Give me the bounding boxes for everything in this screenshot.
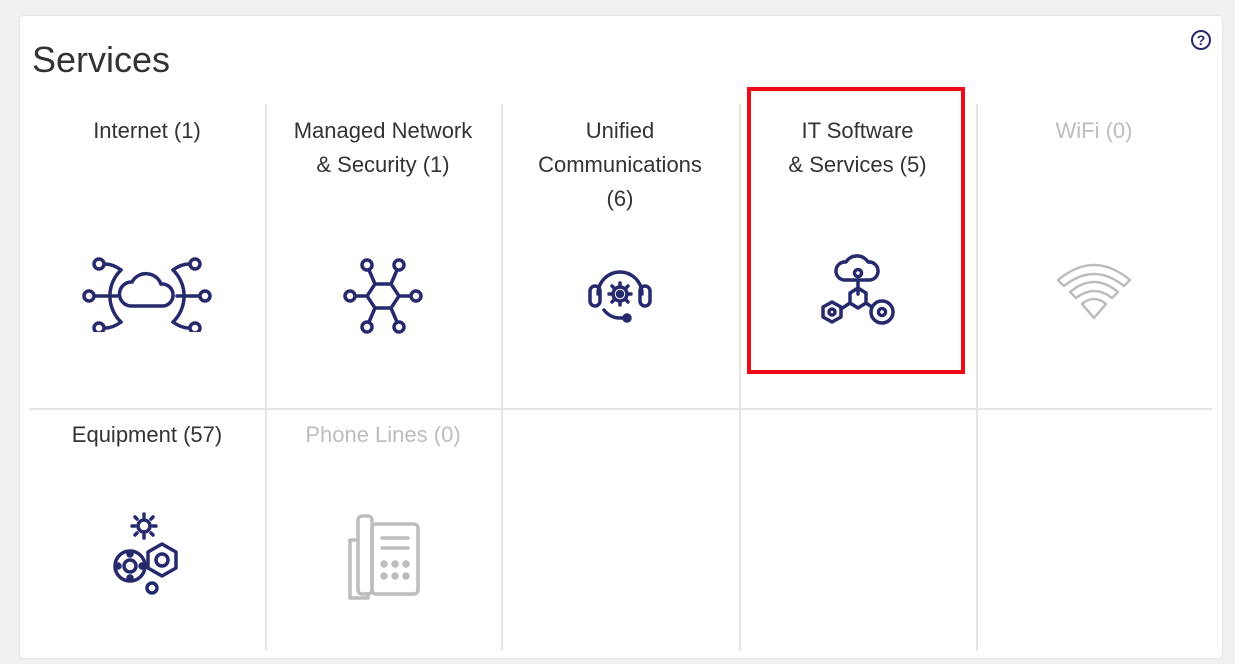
gears-icon (113, 512, 178, 595)
service-tile-phone-lines: Phone Lines (0) (265, 408, 501, 651)
service-tile-equipment[interactable]: Equipment (57) (29, 408, 265, 651)
service-tile-unified-communications[interactable]: Unified Communications (6) (501, 104, 739, 408)
tile-label: Phone Lines (0) (305, 422, 461, 447)
wifi-icon (1056, 263, 1132, 320)
tile-label: IT Software & Services (5) (788, 118, 927, 177)
network-hub-icon (343, 258, 423, 334)
tile-label: Unified Communications (6) (538, 118, 702, 211)
tile-label: WiFi (0) (1055, 118, 1133, 143)
service-tile-internet[interactable]: Internet (1) (29, 104, 265, 408)
services-grid: Internet (1) Managed Network & Security … (29, 87, 1212, 651)
cloud-hexagons-icon (820, 254, 895, 325)
tile-label: Equipment (57) (71, 422, 223, 447)
desk-phone-icon (348, 514, 420, 600)
tile-label: Internet (1) (93, 118, 201, 143)
service-tile-wifi: WiFi (0) (976, 104, 1212, 408)
tile-label: Managed Network & Security (1) (293, 118, 473, 177)
service-tile-managed-network[interactable]: Managed Network & Security (1) (265, 104, 501, 408)
headset-gear-icon (588, 270, 652, 323)
services-panel: Services ? Internet (1) Managed Network … (20, 16, 1222, 658)
cloud-network-icon (82, 257, 212, 332)
panel-title: Services (32, 39, 171, 80)
service-tile-it-software[interactable]: IT Software & Services (5) (739, 104, 976, 408)
help-icon[interactable]: ? (1191, 30, 1211, 50)
